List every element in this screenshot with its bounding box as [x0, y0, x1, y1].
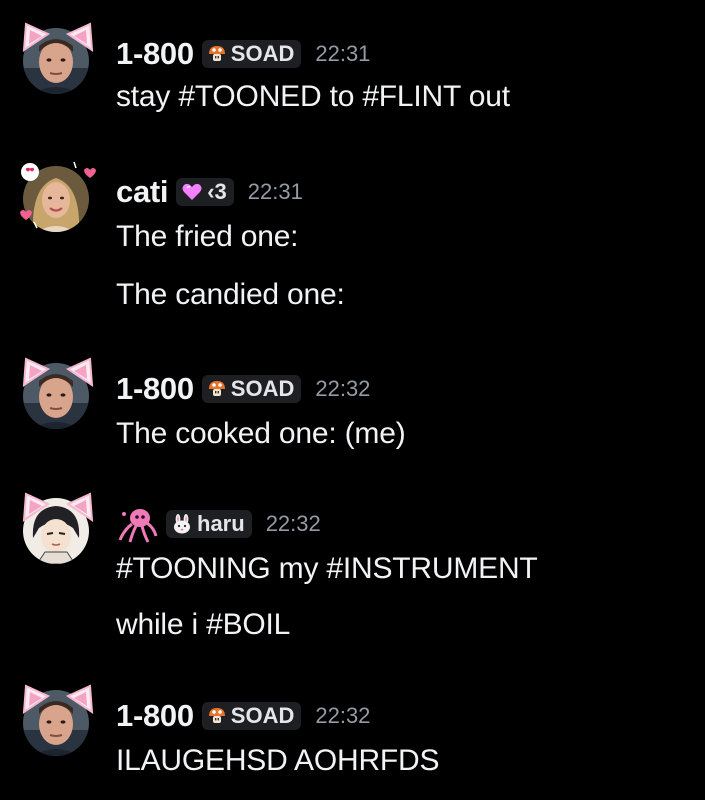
avatar-image: [23, 498, 89, 564]
timestamp[interactable]: 22:32: [315, 376, 370, 402]
server-tag-label: haru: [197, 511, 245, 536]
server-tag[interactable]: SOAD: [201, 40, 302, 68]
avatar-image: [23, 363, 89, 429]
avatar-image: [23, 690, 89, 756]
timestamp[interactable]: 22:31: [248, 179, 303, 205]
message-header: 1-800 SOAD 22:31: [116, 34, 370, 74]
timestamp[interactable]: 22:32: [266, 511, 321, 537]
avatar-image: [23, 28, 89, 94]
avatar-haru[interactable]: [18, 490, 98, 570]
bunny-icon: [174, 514, 190, 534]
avatar-1800[interactable]: [18, 20, 98, 100]
server-tag[interactable]: SOAD: [201, 375, 302, 403]
server-tag-label: SOAD: [230, 376, 295, 401]
message-header: haru 22:32: [116, 504, 321, 544]
server-tag[interactable]: ‹3: [176, 178, 234, 206]
message-header: 1-800 SOAD 22:32: [116, 369, 370, 409]
server-tag[interactable]: SOAD: [201, 702, 302, 730]
avatar-cati[interactable]: [18, 158, 98, 238]
squid-icon[interactable]: [116, 504, 158, 544]
message-text: The fried one:: [116, 220, 299, 253]
username[interactable]: cati: [116, 174, 169, 210]
username[interactable]: 1-800: [116, 698, 194, 734]
username[interactable]: 1-800: [116, 36, 194, 72]
avatar-image: [23, 166, 89, 232]
mushroom-icon: [208, 46, 225, 61]
avatar-1800[interactable]: [18, 355, 98, 435]
timestamp[interactable]: 22:32: [315, 703, 370, 729]
pink-heart-icon: [182, 183, 202, 200]
message-text: #TOONING my #INSTRUMENT: [116, 552, 538, 585]
message-text: while i #BOIL: [116, 608, 291, 641]
mushroom-icon: [208, 381, 225, 396]
server-tag[interactable]: haru: [166, 510, 252, 538]
message-header: cati ‹3 22:31: [116, 172, 303, 212]
username[interactable]: 1-800: [116, 371, 194, 407]
message-text: The cooked one: (me): [116, 417, 406, 450]
message-text: The candied one:: [116, 278, 345, 311]
avatar-1800[interactable]: [18, 682, 98, 762]
server-tag-label: SOAD: [230, 41, 295, 66]
timestamp[interactable]: 22:31: [315, 41, 370, 67]
server-tag-label: ‹3: [207, 179, 227, 204]
message-header: 1-800 SOAD 22:32: [116, 696, 370, 736]
server-tag-label: SOAD: [230, 703, 295, 728]
mushroom-icon: [208, 708, 225, 723]
message-text: stay #TOONED to #FLINT out: [116, 80, 510, 113]
message-text: ILAUGEHSD AOHRFDS: [116, 744, 440, 777]
